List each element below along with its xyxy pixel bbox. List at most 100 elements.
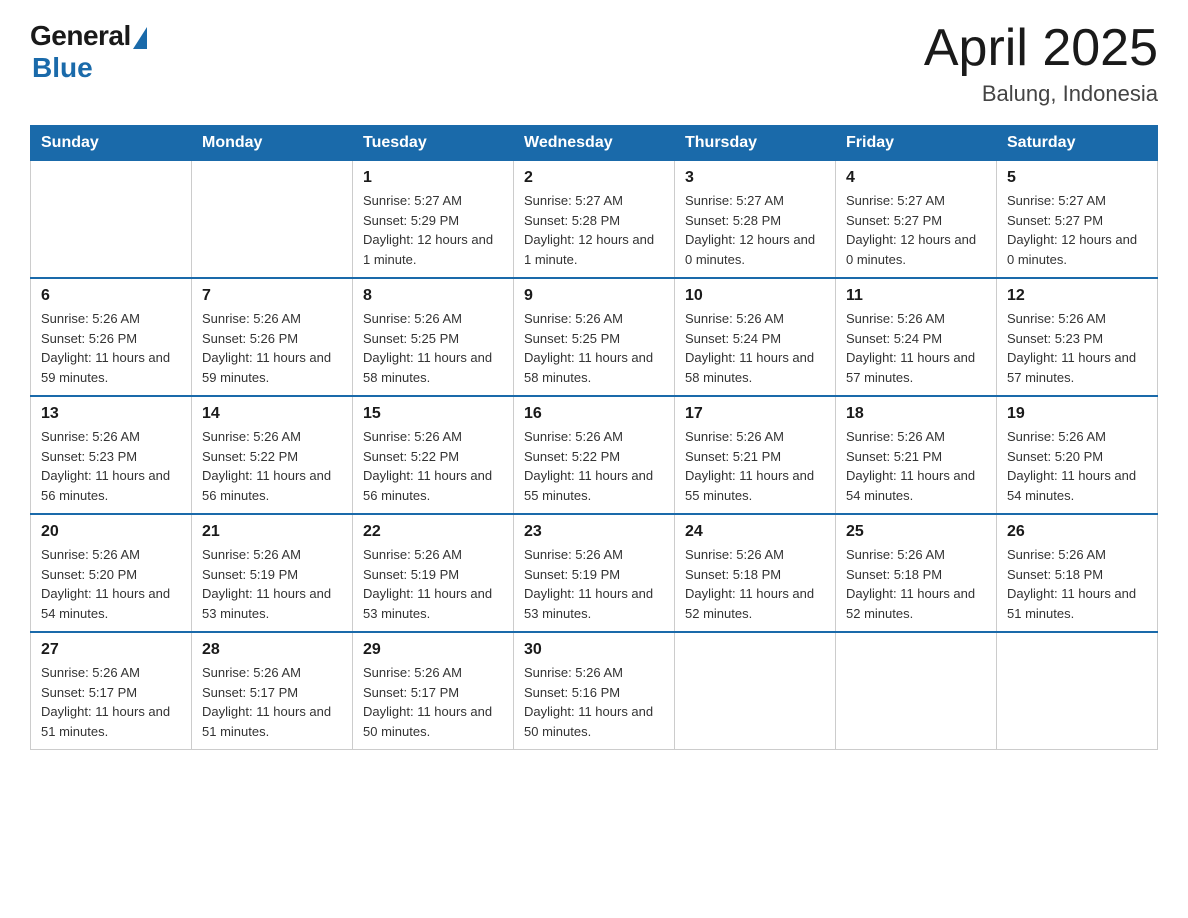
weekday-header-sunday: Sunday [31, 126, 192, 161]
day-number: 12 [1007, 287, 1147, 305]
day-number: 4 [846, 169, 986, 187]
calendar-week-row: 1 Sunrise: 5:27 AM Sunset: 5:29 PM Daylig… [31, 161, 1158, 279]
day-number: 20 [41, 523, 181, 541]
calendar-day-cell: 19 Sunrise: 5:26 AM Sunset: 5:20 PM Dayli… [997, 396, 1158, 514]
logo-blue-text: Blue [32, 52, 93, 84]
day-info: Sunrise: 5:26 AM Sunset: 5:18 PM Dayligh… [1007, 545, 1147, 623]
day-info: Sunrise: 5:26 AM Sunset: 5:25 PM Dayligh… [524, 309, 664, 387]
day-info: Sunrise: 5:26 AM Sunset: 5:17 PM Dayligh… [363, 663, 503, 741]
calendar-day-cell: 30 Sunrise: 5:26 AM Sunset: 5:16 PM Dayli… [514, 632, 675, 750]
day-number: 6 [41, 287, 181, 305]
day-info: Sunrise: 5:26 AM Sunset: 5:23 PM Dayligh… [41, 427, 181, 505]
day-info: Sunrise: 5:26 AM Sunset: 5:19 PM Dayligh… [524, 545, 664, 623]
logo-triangle-icon [133, 27, 147, 49]
weekday-header-saturday: Saturday [997, 126, 1158, 161]
day-number: 17 [685, 405, 825, 423]
calendar-day-cell: 1 Sunrise: 5:27 AM Sunset: 5:29 PM Daylig… [353, 161, 514, 279]
day-info: Sunrise: 5:26 AM Sunset: 5:17 PM Dayligh… [202, 663, 342, 741]
day-info: Sunrise: 5:26 AM Sunset: 5:26 PM Dayligh… [202, 309, 342, 387]
day-info: Sunrise: 5:26 AM Sunset: 5:17 PM Dayligh… [41, 663, 181, 741]
day-info: Sunrise: 5:26 AM Sunset: 5:16 PM Dayligh… [524, 663, 664, 741]
calendar-day-cell: 23 Sunrise: 5:26 AM Sunset: 5:19 PM Dayli… [514, 514, 675, 632]
calendar-day-cell: 7 Sunrise: 5:26 AM Sunset: 5:26 PM Daylig… [192, 278, 353, 396]
calendar-day-cell [675, 632, 836, 750]
day-number: 16 [524, 405, 664, 423]
day-info: Sunrise: 5:26 AM Sunset: 5:24 PM Dayligh… [685, 309, 825, 387]
day-number: 1 [363, 169, 503, 187]
calendar-day-cell: 24 Sunrise: 5:26 AM Sunset: 5:18 PM Dayli… [675, 514, 836, 632]
weekday-header-monday: Monday [192, 126, 353, 161]
day-info: Sunrise: 5:27 AM Sunset: 5:27 PM Dayligh… [846, 191, 986, 269]
day-number: 30 [524, 641, 664, 659]
calendar-day-cell: 17 Sunrise: 5:26 AM Sunset: 5:21 PM Dayli… [675, 396, 836, 514]
day-info: Sunrise: 5:26 AM Sunset: 5:18 PM Dayligh… [685, 545, 825, 623]
day-info: Sunrise: 5:26 AM Sunset: 5:20 PM Dayligh… [1007, 427, 1147, 505]
day-number: 7 [202, 287, 342, 305]
day-info: Sunrise: 5:26 AM Sunset: 5:18 PM Dayligh… [846, 545, 986, 623]
day-number: 21 [202, 523, 342, 541]
day-number: 14 [202, 405, 342, 423]
calendar-day-cell: 4 Sunrise: 5:27 AM Sunset: 5:27 PM Daylig… [836, 161, 997, 279]
month-title: April 2025 [924, 20, 1158, 77]
calendar-day-cell: 22 Sunrise: 5:26 AM Sunset: 5:19 PM Dayli… [353, 514, 514, 632]
day-number: 2 [524, 169, 664, 187]
calendar-day-cell: 9Sunrise: 5:26 AM Sunset: 5:25 PM Daylig… [514, 278, 675, 396]
calendar-day-cell: 16 Sunrise: 5:26 AM Sunset: 5:22 PM Dayli… [514, 396, 675, 514]
day-info: Sunrise: 5:27 AM Sunset: 5:28 PM Dayligh… [685, 191, 825, 269]
calendar-day-cell: 5Sunrise: 5:27 AM Sunset: 5:27 PM Daylig… [997, 161, 1158, 279]
day-number: 19 [1007, 405, 1147, 423]
day-info: Sunrise: 5:26 AM Sunset: 5:22 PM Dayligh… [363, 427, 503, 505]
calendar-day-cell: 3 Sunrise: 5:27 AM Sunset: 5:28 PM Daylig… [675, 161, 836, 279]
day-number: 29 [363, 641, 503, 659]
day-number: 26 [1007, 523, 1147, 541]
day-info: Sunrise: 5:26 AM Sunset: 5:22 PM Dayligh… [524, 427, 664, 505]
day-number: 3 [685, 169, 825, 187]
weekday-header-tuesday: Tuesday [353, 126, 514, 161]
day-number: 11 [846, 287, 986, 305]
calendar-week-row: 13 Sunrise: 5:26 AM Sunset: 5:23 PM Dayli… [31, 396, 1158, 514]
calendar-day-cell [192, 161, 353, 279]
calendar-table: SundayMondayTuesdayWednesdayThursdayFrid… [30, 125, 1158, 750]
day-number: 25 [846, 523, 986, 541]
day-number: 23 [524, 523, 664, 541]
calendar-day-cell: 12 Sunrise: 5:26 AM Sunset: 5:23 PM Dayli… [997, 278, 1158, 396]
day-number: 13 [41, 405, 181, 423]
calendar-day-cell: 6 Sunrise: 5:26 AM Sunset: 5:26 PM Daylig… [31, 278, 192, 396]
title-area: April 2025 Balung, Indonesia [924, 20, 1158, 107]
weekday-header-friday: Friday [836, 126, 997, 161]
calendar-day-cell: 20Sunrise: 5:26 AM Sunset: 5:20 PM Dayli… [31, 514, 192, 632]
day-info: Sunrise: 5:26 AM Sunset: 5:25 PM Dayligh… [363, 309, 503, 387]
day-info: Sunrise: 5:26 AM Sunset: 5:19 PM Dayligh… [202, 545, 342, 623]
calendar-day-cell: 18 Sunrise: 5:26 AM Sunset: 5:21 PM Dayli… [836, 396, 997, 514]
calendar-day-cell: 14Sunrise: 5:26 AM Sunset: 5:22 PM Dayli… [192, 396, 353, 514]
day-number: 15 [363, 405, 503, 423]
day-number: 28 [202, 641, 342, 659]
day-info: Sunrise: 5:26 AM Sunset: 5:21 PM Dayligh… [846, 427, 986, 505]
day-number: 10 [685, 287, 825, 305]
calendar-day-cell: 21 Sunrise: 5:26 AM Sunset: 5:19 PM Dayli… [192, 514, 353, 632]
day-info: Sunrise: 5:26 AM Sunset: 5:26 PM Dayligh… [41, 309, 181, 387]
calendar-day-cell [836, 632, 997, 750]
day-info: Sunrise: 5:26 AM Sunset: 5:21 PM Dayligh… [685, 427, 825, 505]
calendar-day-cell [31, 161, 192, 279]
day-number: 18 [846, 405, 986, 423]
day-info: Sunrise: 5:27 AM Sunset: 5:29 PM Dayligh… [363, 191, 503, 269]
calendar-week-row: 20Sunrise: 5:26 AM Sunset: 5:20 PM Dayli… [31, 514, 1158, 632]
day-number: 24 [685, 523, 825, 541]
weekday-header-row: SundayMondayTuesdayWednesdayThursdayFrid… [31, 126, 1158, 161]
weekday-header-wednesday: Wednesday [514, 126, 675, 161]
calendar-day-cell: 13 Sunrise: 5:26 AM Sunset: 5:23 PM Dayli… [31, 396, 192, 514]
calendar-week-row: 6 Sunrise: 5:26 AM Sunset: 5:26 PM Daylig… [31, 278, 1158, 396]
day-info: Sunrise: 5:26 AM Sunset: 5:19 PM Dayligh… [363, 545, 503, 623]
header: General Blue April 2025 Balung, Indonesi… [30, 20, 1158, 107]
day-number: 8 [363, 287, 503, 305]
day-info: Sunrise: 5:27 AM Sunset: 5:28 PM Dayligh… [524, 191, 664, 269]
day-number: 22 [363, 523, 503, 541]
logo-general-text: General [30, 20, 131, 52]
calendar-day-cell: 2 Sunrise: 5:27 AM Sunset: 5:28 PM Daylig… [514, 161, 675, 279]
day-info: Sunrise: 5:26 AM Sunset: 5:23 PM Dayligh… [1007, 309, 1147, 387]
calendar-day-cell: 10 Sunrise: 5:26 AM Sunset: 5:24 PM Dayli… [675, 278, 836, 396]
calendar-day-cell: 29 Sunrise: 5:26 AM Sunset: 5:17 PM Dayli… [353, 632, 514, 750]
calendar-day-cell: 26 Sunrise: 5:26 AM Sunset: 5:18 PM Dayli… [997, 514, 1158, 632]
calendar-day-cell [997, 632, 1158, 750]
